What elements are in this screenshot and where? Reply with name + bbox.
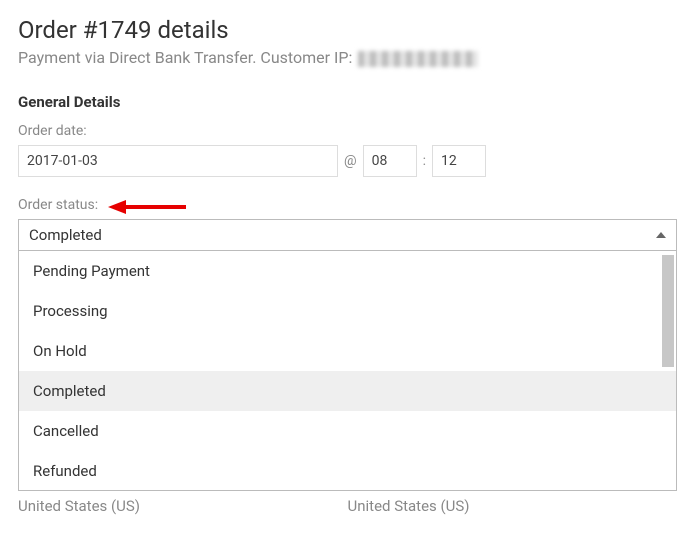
order-status-dropdown: Pending PaymentProcessingOn HoldComplete… xyxy=(18,251,677,491)
order-date-label: Order date: xyxy=(18,123,677,139)
subtitle-text: Payment via Direct Bank Transfer. Custom… xyxy=(18,48,356,67)
order-status-label-text: Order status: xyxy=(18,197,98,213)
order-status-select[interactable]: Completed xyxy=(18,219,677,251)
general-details-heading: General Details xyxy=(18,93,677,111)
footer-left: United States (US) xyxy=(18,497,348,515)
at-separator: @ xyxy=(344,153,357,169)
status-option[interactable]: Processing xyxy=(19,291,676,331)
caret-up-icon xyxy=(656,232,666,238)
order-hour-input[interactable] xyxy=(363,145,417,177)
colon-separator: : xyxy=(423,153,426,169)
status-option[interactable]: Pending Payment xyxy=(19,251,676,291)
payment-subtitle: Payment via Direct Bank Transfer. Custom… xyxy=(18,48,677,67)
scrollbar-thumb[interactable] xyxy=(662,255,674,367)
page-title: Order #1749 details xyxy=(18,16,677,44)
order-date-input[interactable] xyxy=(18,145,338,177)
status-option[interactable]: Completed xyxy=(19,371,676,411)
status-option[interactable]: Cancelled xyxy=(19,411,676,451)
status-option[interactable]: On Hold xyxy=(19,331,676,371)
order-date-row: @ : xyxy=(18,145,677,177)
scrollbar-track[interactable] xyxy=(660,251,676,490)
footer-right: United States (US) xyxy=(348,497,678,515)
customer-ip-blurred xyxy=(358,51,478,67)
footer-row: United States (US) United States (US) xyxy=(18,497,677,515)
order-minute-input[interactable] xyxy=(432,145,486,177)
status-option[interactable]: Refunded xyxy=(19,451,676,490)
order-status-selected: Completed xyxy=(29,226,102,244)
annotation-arrow-icon xyxy=(108,199,188,215)
order-status-label: Order status: xyxy=(18,197,677,213)
